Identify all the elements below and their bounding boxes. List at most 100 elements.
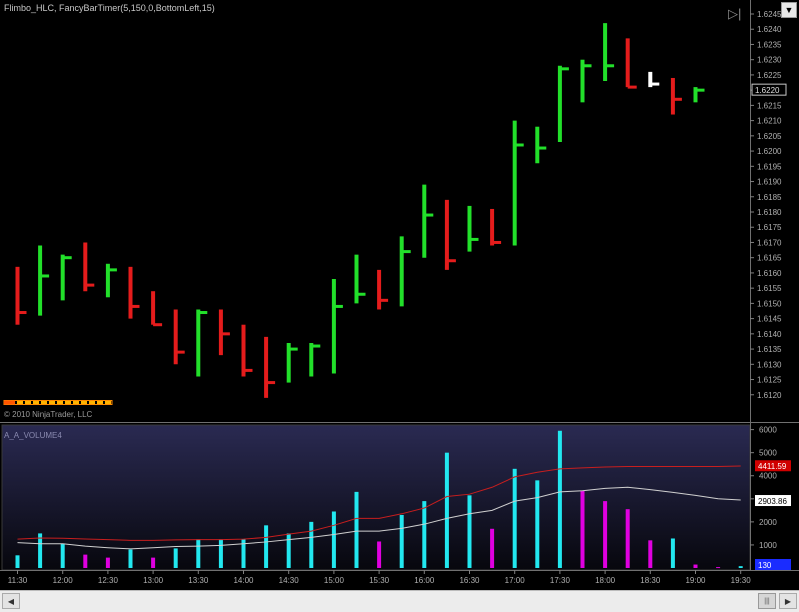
volume-bar [716,567,721,569]
bar-timer-segment [73,401,79,404]
volume-bar [331,511,336,568]
bar-timer-segment [25,401,31,404]
price-tick-label: 1.6165 [757,254,782,263]
bar-timer-segment [33,401,39,404]
time-tick-label: 19:30 [731,576,752,585]
time-tick-label: 18:00 [595,576,616,585]
price-tick-label: 1.6235 [757,40,782,49]
volume-bar [603,501,608,568]
volume-bar [286,533,291,568]
volume-bar [377,541,382,568]
volume-bar [535,480,540,568]
volume-bar [38,533,43,568]
volume-bar [309,521,314,568]
price-tick-label: 1.6170 [757,238,782,247]
volume-bar [422,501,427,568]
volume-bar [512,468,517,568]
volume-bar [105,557,110,568]
volume-bar [399,514,404,568]
bar-timer-segment [41,401,47,404]
price-tick-label: 1.6140 [757,330,782,339]
volume-tick-label: 6000 [759,426,777,435]
time-tick-label: 14:00 [233,576,254,585]
price-tick-label: 1.6200 [757,147,782,156]
last-price-label: 1.6220 [755,86,780,95]
volume-bar [196,539,201,568]
price-tick-label: 1.6130 [757,360,782,369]
bar-timer-segment [57,401,63,404]
volume-bar [738,566,743,568]
scroll-left-button[interactable]: ◀ [2,593,20,609]
time-tick-label: 16:30 [459,576,480,585]
time-tick-label: 18:30 [640,576,661,585]
price-panel [0,0,799,422]
price-tick-label: 1.6180 [757,208,782,217]
time-tick-label: 19:00 [685,576,706,585]
volume-bar [693,564,698,568]
bar-timer-segment [65,401,71,404]
volume-value-label: 4411.59 [758,462,787,471]
volume-tick-label: 1000 [759,541,777,550]
volume-bar [354,491,359,568]
volume-bar [151,557,156,568]
price-tick-label: 1.6155 [757,284,782,293]
time-tick-label: 11:30 [8,576,28,585]
price-tick-label: 1.6175 [757,223,782,232]
horizontal-scrollbar[interactable]: ◀ ||| ▶ [0,590,799,612]
bar-timer-segment [105,401,111,404]
time-tick-label: 12:00 [53,576,74,585]
volume-tick-label: 5000 [759,449,777,458]
bar-timer-segment [17,401,23,404]
volume-value-label: 130 [758,561,772,570]
volume-bar [173,548,178,568]
time-tick-label: 14:30 [279,576,300,585]
volume-tick-label: 4000 [759,472,777,481]
time-axis-panel [0,570,799,590]
price-tick-label: 1.6160 [757,269,782,278]
scroll-right-button[interactable]: ▶ [779,593,797,609]
scroll-thumb[interactable]: ||| [758,593,776,609]
price-tick-label: 1.6145 [757,315,782,324]
time-tick-label: 13:00 [143,576,164,585]
play-to-end-icon[interactable]: ▷| [728,6,741,22]
price-tick-label: 1.6135 [757,345,782,354]
volume-bar [580,490,585,568]
price-tick-label: 1.6185 [757,193,782,202]
copyright-label: © 2010 NinjaTrader, LLC [4,410,93,419]
bar-timer-segment [49,401,55,404]
dropdown-arrow-icon[interactable]: ▼ [781,2,797,18]
volume-value-label: 2903.86 [758,497,787,506]
volume-bar [60,543,65,568]
volume-bar [557,430,562,568]
price-tick-label: 1.6240 [757,25,782,34]
time-tick-label: 12:30 [98,576,119,585]
volume-bar [83,554,88,568]
volume-bar [490,528,495,568]
price-tick-label: 1.6120 [757,391,782,400]
volume-tick-label: 2000 [759,518,777,527]
price-tick-label: 1.6205 [757,132,782,141]
time-tick-label: 15:00 [324,576,345,585]
bar-timer-segment [97,401,103,404]
price-tick-label: 1.6245 [757,10,782,19]
time-tick-label: 15:30 [369,576,390,585]
volume-bar [625,509,630,568]
price-tick-label: 1.6150 [757,299,782,308]
price-tick-label: 1.6225 [757,71,782,80]
volume-bar [128,549,133,568]
volume-bar [670,538,675,568]
time-tick-label: 13:30 [188,576,209,585]
price-tick-label: 1.6230 [757,56,782,65]
chart-header: Flimbo_HLC, FancyBarTimer(5,150,0,Bottom… [4,3,215,13]
price-tick-label: 1.6125 [757,376,782,385]
volume-bar [648,540,653,568]
bar-timer-segment [89,401,95,404]
price-tick-label: 1.6210 [757,117,782,126]
time-tick-label: 17:30 [550,576,571,585]
volume-bar [218,539,223,568]
price-tick-label: 1.6190 [757,178,782,187]
volume-indicator-name: A_A_VOLUME4 [4,431,62,440]
price-tick-label: 1.6195 [757,162,782,171]
time-tick-label: 16:00 [414,576,435,585]
volume-bar [15,555,20,568]
